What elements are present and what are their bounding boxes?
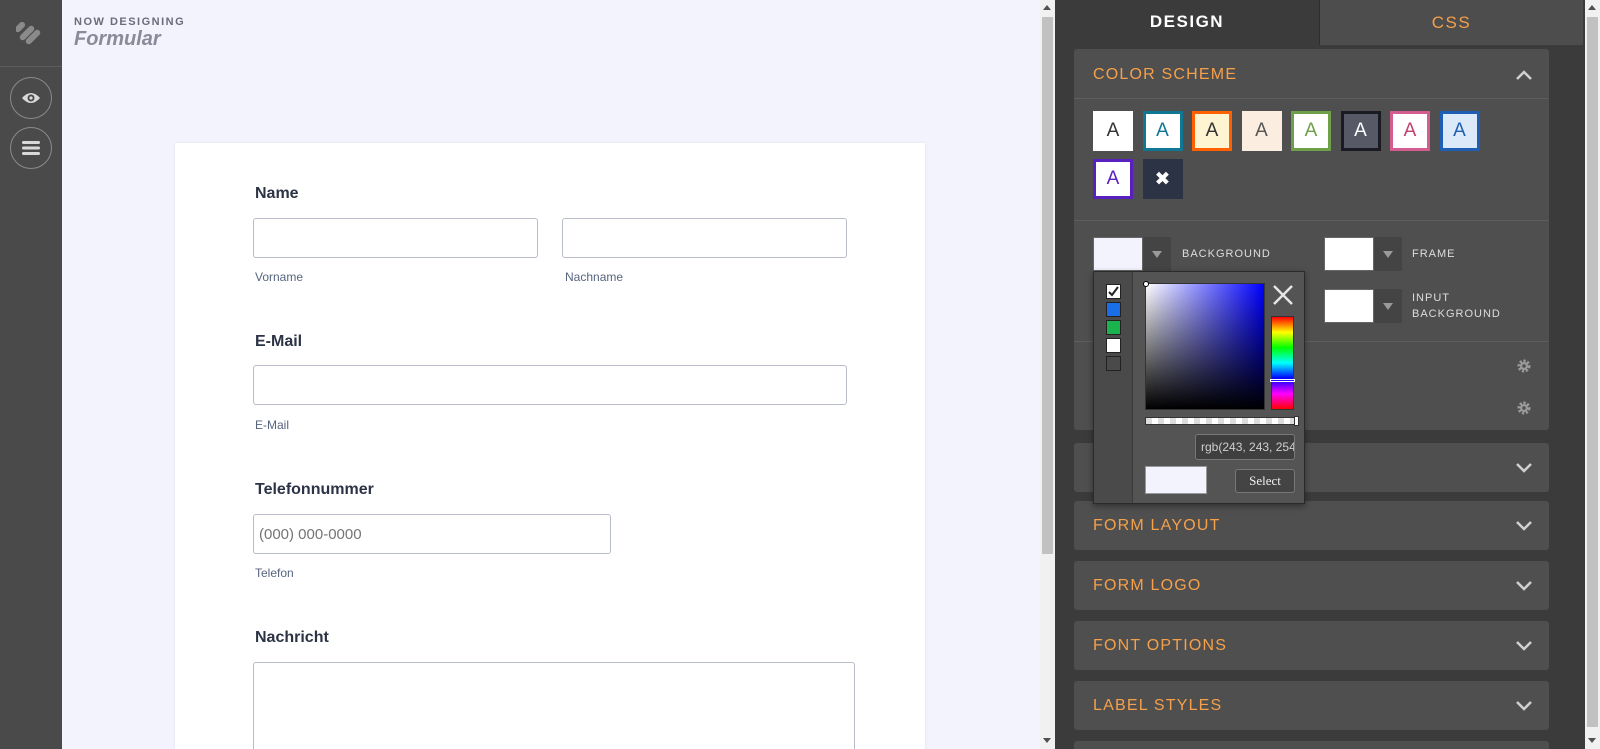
frame-color-dropdown[interactable] xyxy=(1374,237,1402,271)
section-divider xyxy=(1074,98,1549,99)
alpha-slider[interactable] xyxy=(1145,416,1299,426)
eye-icon xyxy=(22,93,40,103)
form-layout-section[interactable]: FORM LAYOUT xyxy=(1074,501,1549,550)
color-preview xyxy=(1145,466,1207,494)
background-color-box[interactable] xyxy=(1093,237,1143,271)
color-picker-popup: rgb(243, 243, 254) Select xyxy=(1093,271,1305,504)
tab-design[interactable]: DESIGN xyxy=(1055,0,1319,45)
hue-handle[interactable] xyxy=(1270,379,1295,382)
reset-scheme-swatch[interactable]: ✖ xyxy=(1142,159,1183,199)
input-background-label: INPUT BACKGROUND xyxy=(1412,292,1501,320)
panel-scroll-thumb[interactable] xyxy=(1587,17,1598,727)
color-scheme-swatch[interactable]: A xyxy=(1439,111,1480,151)
page-scrollbar[interactable] xyxy=(1040,0,1055,749)
input-background-color-dropdown[interactable] xyxy=(1374,289,1402,323)
left-rail xyxy=(0,0,62,749)
color-scheme-swatch[interactable]: A xyxy=(1142,111,1183,151)
rail-divider xyxy=(0,66,62,67)
alpha-handle[interactable] xyxy=(1294,416,1299,426)
scroll-up-arrow-icon[interactable] xyxy=(1043,5,1051,10)
color-scheme-swatch[interactable]: A xyxy=(1093,159,1133,199)
chevron-down-icon[interactable] xyxy=(1515,701,1533,711)
chevron-down-icon[interactable] xyxy=(1515,641,1533,651)
color-scheme-title[interactable]: COLOR SCHEME xyxy=(1093,66,1237,84)
email-sublabel: E-Mail xyxy=(255,418,290,432)
scroll-down-arrow-icon[interactable] xyxy=(1588,738,1596,743)
label-styles-title[interactable]: LABEL STYLES xyxy=(1093,697,1222,715)
menu-button[interactable] xyxy=(10,127,52,169)
preview-button[interactable] xyxy=(10,77,52,119)
preset-swatch-blue[interactable] xyxy=(1106,302,1121,317)
chevron-down-icon[interactable] xyxy=(1515,521,1533,531)
phone-input[interactable] xyxy=(253,514,611,554)
section-divider xyxy=(1074,220,1549,221)
preset-swatch-white-2[interactable] xyxy=(1106,338,1121,353)
field-label-message: Nachricht xyxy=(255,629,329,646)
hue-slider[interactable] xyxy=(1270,316,1295,410)
preset-swatch-dark[interactable] xyxy=(1106,356,1121,371)
background-color-dropdown[interactable] xyxy=(1143,237,1171,271)
menu-icon xyxy=(22,141,40,155)
form-card: Name Vorname Nachname E-Mail E-Mail Tele… xyxy=(175,143,925,749)
last-name-sublabel: Nachname xyxy=(565,270,624,284)
message-textarea[interactable] xyxy=(253,662,855,749)
last-name-input[interactable] xyxy=(562,218,847,258)
chevron-down-icon[interactable] xyxy=(1515,581,1533,591)
phone-sublabel: Telefon xyxy=(255,566,294,580)
field-label-phone: Telefonnummer xyxy=(255,481,374,498)
email-input[interactable] xyxy=(253,365,847,405)
chevron-up-icon[interactable] xyxy=(1515,70,1533,80)
color-scheme-swatch[interactable]: A xyxy=(1241,111,1282,151)
field-label-name: Name xyxy=(255,185,299,202)
form-layout-title[interactable]: FORM LAYOUT xyxy=(1093,517,1221,535)
background-label: BACKGROUND xyxy=(1182,248,1271,260)
color-scheme-swatch[interactable]: A xyxy=(1390,111,1430,151)
page-scroll-thumb[interactable] xyxy=(1042,17,1053,554)
panel-scrollbar[interactable] xyxy=(1585,0,1600,749)
font-options-section[interactable]: FONT OPTIONS xyxy=(1074,621,1549,670)
color-scheme-swatch[interactable]: A xyxy=(1340,111,1381,151)
form-logo-section[interactable]: FORM LOGO xyxy=(1074,561,1549,610)
font-options-title[interactable]: FONT OPTIONS xyxy=(1093,637,1227,655)
first-name-sublabel: Vorname xyxy=(255,270,304,284)
next-section[interactable] xyxy=(1074,741,1549,749)
first-name-input[interactable] xyxy=(253,218,538,258)
gear-icon[interactable] xyxy=(1516,400,1532,416)
color-scheme-swatch[interactable]: A xyxy=(1093,111,1133,151)
color-scheme-swatch[interactable]: A xyxy=(1291,111,1331,151)
frame-label: FRAME xyxy=(1412,248,1456,260)
field-label-email: E-Mail xyxy=(255,333,303,350)
form-title[interactable]: Formular xyxy=(74,28,161,51)
frame-color-box[interactable] xyxy=(1324,237,1374,271)
saturation-field[interactable] xyxy=(1143,281,1265,410)
checkmark-icon xyxy=(1108,286,1119,297)
scroll-down-arrow-icon[interactable] xyxy=(1043,738,1051,743)
preset-palette xyxy=(1094,272,1133,503)
form-logo-title[interactable]: FORM LOGO xyxy=(1093,577,1202,595)
chevron-down-icon[interactable] xyxy=(1515,463,1533,473)
now-designing-label: NOW DESIGNING xyxy=(74,16,186,28)
logo-icon xyxy=(16,21,41,45)
close-icon[interactable] xyxy=(1270,282,1296,308)
color-scheme-swatch[interactable]: A xyxy=(1192,111,1232,151)
scroll-up-arrow-icon[interactable] xyxy=(1588,5,1596,10)
preset-swatch-green[interactable] xyxy=(1106,320,1121,335)
gear-icon[interactable] xyxy=(1516,358,1532,374)
tab-css[interactable]: CSS xyxy=(1319,0,1583,45)
input-background-color-box[interactable] xyxy=(1324,289,1374,323)
saturation-handle[interactable] xyxy=(1143,281,1149,287)
select-button[interactable]: Select xyxy=(1235,469,1295,493)
label-styles-section[interactable]: LABEL STYLES xyxy=(1074,681,1549,730)
preset-swatch-white[interactable] xyxy=(1106,284,1121,299)
rgb-value-input[interactable]: rgb(243, 243, 254) xyxy=(1195,434,1295,460)
